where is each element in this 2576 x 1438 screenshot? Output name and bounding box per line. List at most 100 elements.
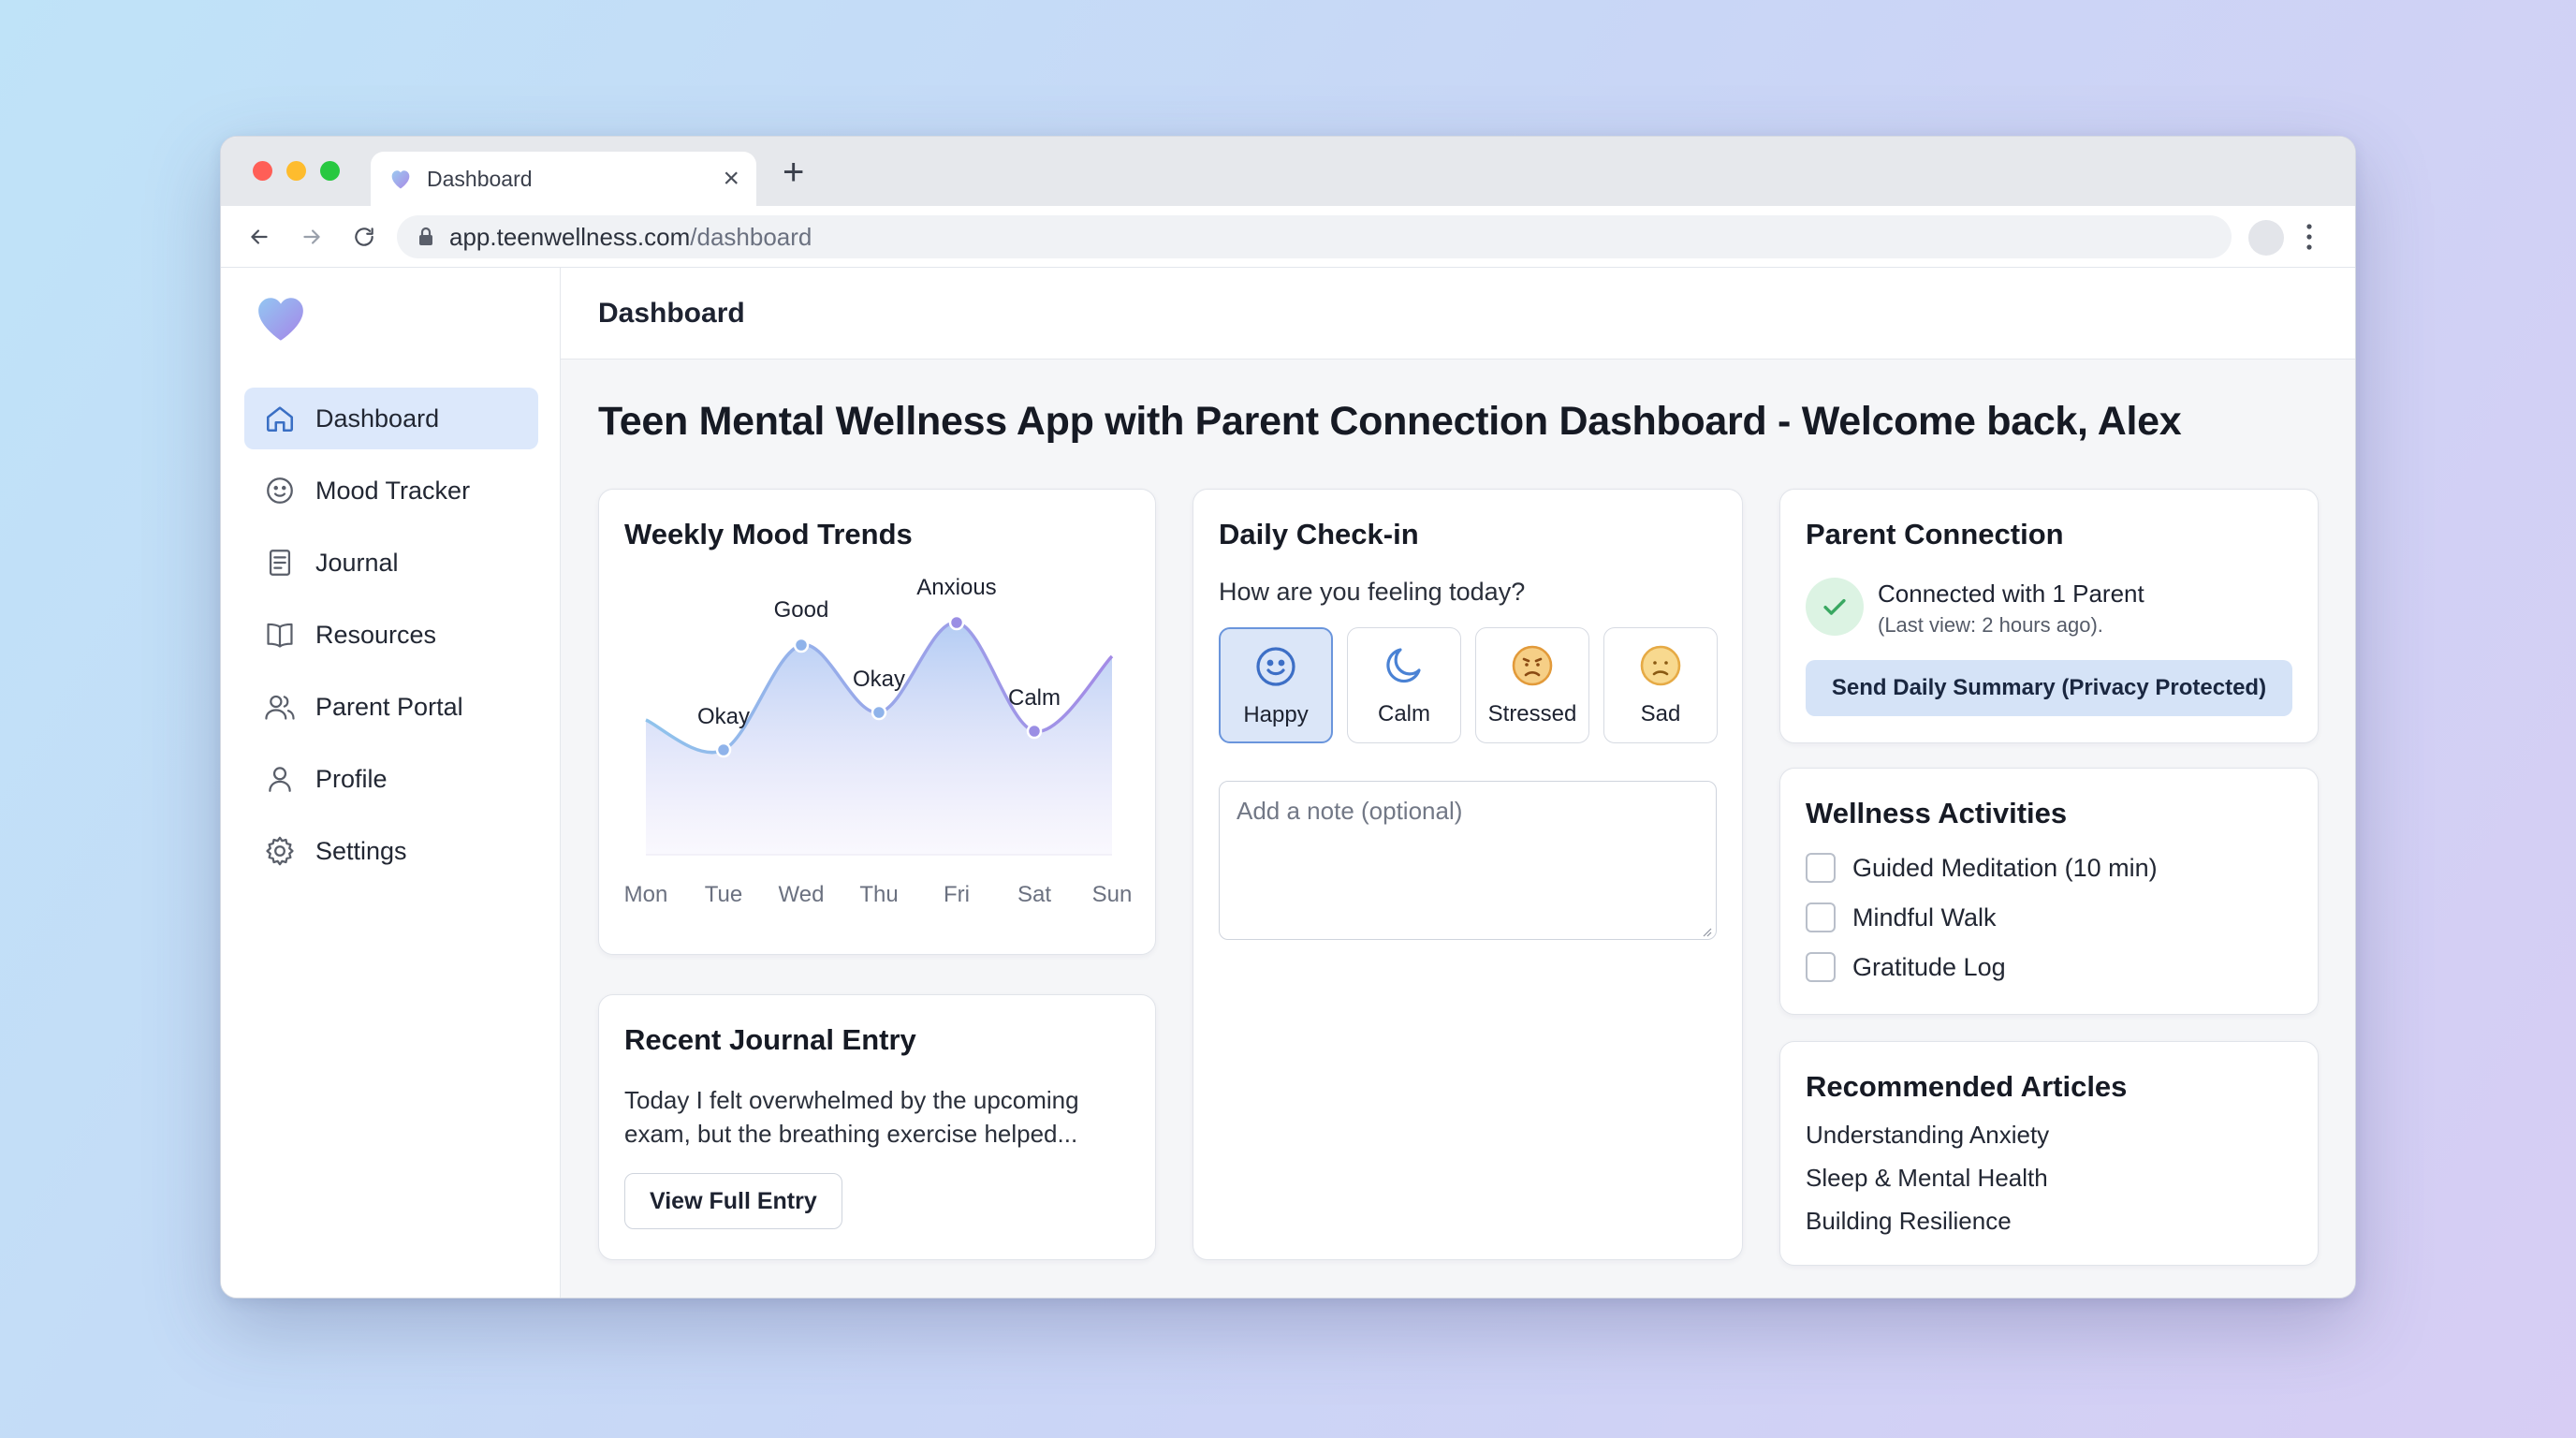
x-tick-label: Fri: [944, 882, 970, 907]
journal-icon: [263, 546, 297, 580]
connection-status: Connected with 1 Parent: [1878, 580, 2144, 608]
x-tick-label: Mon: [624, 882, 668, 907]
close-tab-icon[interactable]: ×: [723, 165, 739, 193]
activity-label: Guided Meditation (10 min): [1852, 853, 2158, 882]
article-link[interactable]: Sleep & Mental Health: [1806, 1164, 2048, 1193]
lock-icon: [419, 227, 432, 245]
check-icon: [1806, 578, 1864, 636]
mood-point-label: Good: [774, 597, 829, 623]
reload-icon[interactable]: [346, 219, 382, 255]
checkbox[interactable]: [1806, 902, 1836, 932]
activity-checkbox-mindful-walk[interactable]: Mindful Walk: [1806, 902, 1997, 932]
new-tab-icon[interactable]: +: [783, 154, 804, 191]
browser-tab[interactable]: Dashboard ×: [371, 152, 756, 206]
mood-option-happy[interactable]: Happy: [1219, 627, 1333, 743]
mood-option-label: Stressed: [1487, 701, 1577, 726]
moon-icon: [1386, 648, 1421, 683]
x-tick-label: Wed: [779, 882, 825, 907]
activity-checkbox-meditation[interactable]: Guided Meditation (10 min): [1806, 853, 2158, 883]
browser-profile-avatar[interactable]: [2248, 220, 2284, 256]
tab-title: Dashboard: [427, 166, 533, 191]
article-link[interactable]: Understanding Anxiety: [1806, 1121, 2049, 1150]
x-tick-label: Tue: [705, 882, 742, 907]
mood-point[interactable]: [715, 741, 732, 758]
home-icon: [263, 402, 297, 435]
x-tick-label: Thu: [859, 882, 898, 907]
mood-option-label: Happy: [1243, 702, 1309, 727]
wellness-activities-card: Wellness Activities Guided Meditation (1…: [1779, 768, 2319, 1015]
sidebar: Dashboard Mood Tracker Journal Resources: [221, 268, 561, 1298]
gear-icon: [263, 834, 297, 868]
parent-connection-card: Parent Connection Connected with 1 Paren…: [1779, 489, 2319, 743]
checkin-question: How are you feeling today?: [1219, 578, 1526, 606]
maximize-window-button[interactable]: [320, 161, 340, 181]
resize-grip-icon[interactable]: [1701, 926, 1712, 937]
users-icon: [263, 690, 297, 724]
mood-point[interactable]: [793, 637, 810, 653]
x-tick-label: Sun: [1092, 882, 1133, 907]
view-full-entry-button[interactable]: View Full Entry: [624, 1173, 842, 1229]
sidebar-item-resources[interactable]: Resources: [244, 604, 538, 666]
last-view-text: (Last view: 2 hours ago).: [1878, 613, 2103, 637]
journal-excerpt: Today I felt overwhelmed by the upcoming…: [624, 1086, 1079, 1148]
mood-point[interactable]: [948, 614, 965, 631]
send-daily-summary-button[interactable]: Send Daily Summary (Privacy Protected): [1806, 660, 2292, 716]
address-bar-row: app.teenwellness.com/dashboard: [221, 206, 2355, 268]
mood-point-label: Okay: [853, 667, 905, 692]
url-field[interactable]: app.teenwellness.com/dashboard: [397, 215, 2232, 258]
smiley-icon: [263, 474, 297, 507]
sidebar-item-label: Journal: [315, 548, 399, 577]
minimize-window-button[interactable]: [286, 161, 306, 181]
sidebar-nav: Dashboard Mood Tracker Journal Resources: [244, 388, 538, 892]
page-title: Dashboard: [598, 298, 745, 329]
card-title: Weekly Mood Trends: [624, 518, 913, 550]
recommended-articles-card: Recommended Articles Understanding Anxie…: [1779, 1041, 2319, 1266]
mail-icon[interactable]: [2352, 296, 2356, 331]
sidebar-item-dashboard[interactable]: Dashboard: [244, 388, 538, 449]
mood-option-sad[interactable]: Sad: [1603, 627, 1718, 743]
note-textarea[interactable]: [1219, 781, 1717, 940]
activity-label: Mindful Walk: [1852, 902, 1997, 932]
activity-checkbox-gratitude-log[interactable]: Gratitude Log: [1806, 952, 2006, 982]
journal-card: Recent Journal Entry Today I felt overwh…: [598, 994, 1156, 1260]
sidebar-item-parent-portal[interactable]: Parent Portal: [244, 676, 538, 738]
mood-option-calm[interactable]: Calm: [1347, 627, 1461, 743]
sad-face-icon: [1640, 645, 1681, 686]
mood-option-stressed[interactable]: Stressed: [1475, 627, 1589, 743]
happy-face-icon: [1256, 647, 1295, 686]
top-bar: Dashboard: [561, 268, 2355, 360]
mood-trend-chart: Mon Okay Tue Good Wed Okay Thu Anxious Fri Calm Sa…: [624, 575, 1133, 907]
weekly-mood-card: Weekly Mood Trends Mon Okay Tue Good Wed Okay…: [598, 489, 1156, 955]
x-tick-label: Sat: [1017, 882, 1051, 907]
mood-area-fill: [646, 622, 1112, 855]
card-title: Daily Check-in: [1219, 518, 1419, 550]
mood-option-label: Calm: [1377, 701, 1430, 726]
checkbox[interactable]: [1806, 952, 1836, 982]
sidebar-item-label: Settings: [315, 836, 407, 865]
heart-logo-icon[interactable]: [255, 296, 307, 343]
sidebar-item-label: Profile: [315, 764, 388, 793]
daily-checkin-card: Daily Check-in How are you feeling today…: [1193, 489, 1743, 1260]
close-window-button[interactable]: [253, 161, 272, 181]
sidebar-item-label: Parent Portal: [315, 692, 463, 721]
sidebar-item-label: Dashboard: [315, 404, 440, 433]
checkbox[interactable]: [1806, 853, 1836, 883]
sidebar-item-mood-tracker[interactable]: Mood Tracker: [244, 460, 538, 521]
user-icon: [263, 762, 297, 796]
book-icon: [263, 618, 297, 652]
sidebar-item-journal[interactable]: Journal: [244, 532, 538, 594]
sidebar-item-profile[interactable]: Profile: [244, 748, 538, 810]
back-arrow-icon[interactable]: [242, 219, 277, 255]
tab-strip: Dashboard × +: [221, 137, 2355, 206]
mood-point[interactable]: [871, 704, 887, 721]
heart-favicon-icon: [391, 170, 410, 189]
sidebar-item-label: Resources: [315, 620, 437, 649]
kebab-menu-icon[interactable]: [2305, 222, 2314, 257]
mood-point[interactable]: [1026, 723, 1043, 740]
card-title: Wellness Activities: [1806, 797, 2068, 829]
mood-point-label: Anxious: [916, 575, 996, 600]
article-link[interactable]: Building Resilience: [1806, 1207, 2012, 1236]
forward-arrow-icon[interactable]: [294, 219, 329, 255]
sidebar-item-settings[interactable]: Settings: [244, 820, 538, 882]
sidebar-item-label: Mood Tracker: [315, 476, 471, 505]
